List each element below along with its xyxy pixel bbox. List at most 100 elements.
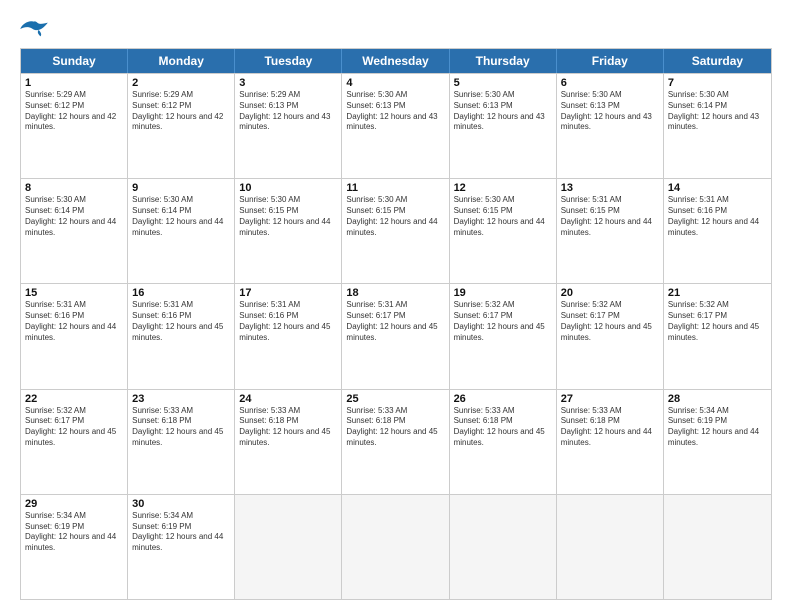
- day-number: 28: [668, 393, 767, 405]
- day-number: 26: [454, 393, 552, 405]
- day-number: 12: [454, 182, 552, 194]
- calendar-cell-day-7: 7Sunrise: 5:30 AM Sunset: 6:14 PM Daylig…: [664, 74, 771, 178]
- calendar-cell-day-16: 16Sunrise: 5:31 AM Sunset: 6:16 PM Dayli…: [128, 284, 235, 388]
- weekday-header-sunday: Sunday: [21, 49, 128, 73]
- cell-sun-info: Sunrise: 5:31 AM Sunset: 6:16 PM Dayligh…: [132, 300, 230, 343]
- calendar-cell-empty: [235, 495, 342, 599]
- cell-sun-info: Sunrise: 5:29 AM Sunset: 6:12 PM Dayligh…: [25, 90, 123, 133]
- cell-sun-info: Sunrise: 5:30 AM Sunset: 6:14 PM Dayligh…: [25, 195, 123, 238]
- calendar-cell-day-4: 4Sunrise: 5:30 AM Sunset: 6:13 PM Daylig…: [342, 74, 449, 178]
- calendar-cell-day-13: 13Sunrise: 5:31 AM Sunset: 6:15 PM Dayli…: [557, 179, 664, 283]
- day-number: 10: [239, 182, 337, 194]
- calendar-cell-day-6: 6Sunrise: 5:30 AM Sunset: 6:13 PM Daylig…: [557, 74, 664, 178]
- calendar-cell-day-2: 2Sunrise: 5:29 AM Sunset: 6:12 PM Daylig…: [128, 74, 235, 178]
- day-number: 15: [25, 287, 123, 299]
- cell-sun-info: Sunrise: 5:31 AM Sunset: 6:16 PM Dayligh…: [668, 195, 767, 238]
- calendar-cell-empty: [557, 495, 664, 599]
- calendar-week-3: 15Sunrise: 5:31 AM Sunset: 6:16 PM Dayli…: [21, 283, 771, 388]
- day-number: 5: [454, 77, 552, 89]
- calendar-cell-day-20: 20Sunrise: 5:32 AM Sunset: 6:17 PM Dayli…: [557, 284, 664, 388]
- cell-sun-info: Sunrise: 5:29 AM Sunset: 6:12 PM Dayligh…: [132, 90, 230, 133]
- calendar-week-2: 8Sunrise: 5:30 AM Sunset: 6:14 PM Daylig…: [21, 178, 771, 283]
- cell-sun-info: Sunrise: 5:32 AM Sunset: 6:17 PM Dayligh…: [668, 300, 767, 343]
- day-number: 2: [132, 77, 230, 89]
- cell-sun-info: Sunrise: 5:30 AM Sunset: 6:13 PM Dayligh…: [454, 90, 552, 133]
- cell-sun-info: Sunrise: 5:31 AM Sunset: 6:16 PM Dayligh…: [25, 300, 123, 343]
- cell-sun-info: Sunrise: 5:30 AM Sunset: 6:13 PM Dayligh…: [346, 90, 444, 133]
- calendar-cell-day-17: 17Sunrise: 5:31 AM Sunset: 6:16 PM Dayli…: [235, 284, 342, 388]
- day-number: 24: [239, 393, 337, 405]
- calendar-cell-day-22: 22Sunrise: 5:32 AM Sunset: 6:17 PM Dayli…: [21, 390, 128, 494]
- logo: [20, 18, 52, 40]
- cell-sun-info: Sunrise: 5:31 AM Sunset: 6:15 PM Dayligh…: [561, 195, 659, 238]
- cell-sun-info: Sunrise: 5:30 AM Sunset: 6:15 PM Dayligh…: [239, 195, 337, 238]
- cell-sun-info: Sunrise: 5:30 AM Sunset: 6:15 PM Dayligh…: [454, 195, 552, 238]
- calendar-cell-day-26: 26Sunrise: 5:33 AM Sunset: 6:18 PM Dayli…: [450, 390, 557, 494]
- cell-sun-info: Sunrise: 5:34 AM Sunset: 6:19 PM Dayligh…: [132, 511, 230, 554]
- day-number: 27: [561, 393, 659, 405]
- day-number: 16: [132, 287, 230, 299]
- day-number: 1: [25, 77, 123, 89]
- calendar-cell-day-9: 9Sunrise: 5:30 AM Sunset: 6:14 PM Daylig…: [128, 179, 235, 283]
- day-number: 4: [346, 77, 444, 89]
- cell-sun-info: Sunrise: 5:32 AM Sunset: 6:17 PM Dayligh…: [454, 300, 552, 343]
- calendar-cell-day-10: 10Sunrise: 5:30 AM Sunset: 6:15 PM Dayli…: [235, 179, 342, 283]
- cell-sun-info: Sunrise: 5:31 AM Sunset: 6:16 PM Dayligh…: [239, 300, 337, 343]
- calendar-cell-empty: [450, 495, 557, 599]
- calendar-cell-day-24: 24Sunrise: 5:33 AM Sunset: 6:18 PM Dayli…: [235, 390, 342, 494]
- calendar-cell-day-8: 8Sunrise: 5:30 AM Sunset: 6:14 PM Daylig…: [21, 179, 128, 283]
- cell-sun-info: Sunrise: 5:33 AM Sunset: 6:18 PM Dayligh…: [454, 406, 552, 449]
- cell-sun-info: Sunrise: 5:30 AM Sunset: 6:13 PM Dayligh…: [561, 90, 659, 133]
- cell-sun-info: Sunrise: 5:34 AM Sunset: 6:19 PM Dayligh…: [25, 511, 123, 554]
- calendar-cell-day-18: 18Sunrise: 5:31 AM Sunset: 6:17 PM Dayli…: [342, 284, 449, 388]
- cell-sun-info: Sunrise: 5:30 AM Sunset: 6:14 PM Dayligh…: [132, 195, 230, 238]
- calendar-cell-day-5: 5Sunrise: 5:30 AM Sunset: 6:13 PM Daylig…: [450, 74, 557, 178]
- weekday-header-tuesday: Tuesday: [235, 49, 342, 73]
- calendar-cell-day-15: 15Sunrise: 5:31 AM Sunset: 6:16 PM Dayli…: [21, 284, 128, 388]
- calendar-cell-day-11: 11Sunrise: 5:30 AM Sunset: 6:15 PM Dayli…: [342, 179, 449, 283]
- calendar-cell-day-30: 30Sunrise: 5:34 AM Sunset: 6:19 PM Dayli…: [128, 495, 235, 599]
- day-number: 18: [346, 287, 444, 299]
- calendar: SundayMondayTuesdayWednesdayThursdayFrid…: [20, 48, 772, 600]
- cell-sun-info: Sunrise: 5:34 AM Sunset: 6:19 PM Dayligh…: [668, 406, 767, 449]
- weekday-header-friday: Friday: [557, 49, 664, 73]
- calendar-cell-empty: [664, 495, 771, 599]
- day-number: 7: [668, 77, 767, 89]
- calendar-cell-day-25: 25Sunrise: 5:33 AM Sunset: 6:18 PM Dayli…: [342, 390, 449, 494]
- cell-sun-info: Sunrise: 5:33 AM Sunset: 6:18 PM Dayligh…: [561, 406, 659, 449]
- day-number: 6: [561, 77, 659, 89]
- calendar-cell-day-29: 29Sunrise: 5:34 AM Sunset: 6:19 PM Dayli…: [21, 495, 128, 599]
- day-number: 29: [25, 498, 123, 510]
- calendar-cell-day-12: 12Sunrise: 5:30 AM Sunset: 6:15 PM Dayli…: [450, 179, 557, 283]
- calendar-week-5: 29Sunrise: 5:34 AM Sunset: 6:19 PM Dayli…: [21, 494, 771, 599]
- calendar-cell-day-23: 23Sunrise: 5:33 AM Sunset: 6:18 PM Dayli…: [128, 390, 235, 494]
- day-number: 3: [239, 77, 337, 89]
- calendar-week-1: 1Sunrise: 5:29 AM Sunset: 6:12 PM Daylig…: [21, 73, 771, 178]
- cell-sun-info: Sunrise: 5:29 AM Sunset: 6:13 PM Dayligh…: [239, 90, 337, 133]
- logo-bird-icon: [20, 18, 48, 40]
- cell-sun-info: Sunrise: 5:33 AM Sunset: 6:18 PM Dayligh…: [132, 406, 230, 449]
- calendar-cell-day-27: 27Sunrise: 5:33 AM Sunset: 6:18 PM Dayli…: [557, 390, 664, 494]
- weekday-header-wednesday: Wednesday: [342, 49, 449, 73]
- day-number: 22: [25, 393, 123, 405]
- day-number: 25: [346, 393, 444, 405]
- day-number: 17: [239, 287, 337, 299]
- page: SundayMondayTuesdayWednesdayThursdayFrid…: [0, 0, 792, 612]
- weekday-header-thursday: Thursday: [450, 49, 557, 73]
- calendar-header: SundayMondayTuesdayWednesdayThursdayFrid…: [21, 49, 771, 73]
- calendar-body: 1Sunrise: 5:29 AM Sunset: 6:12 PM Daylig…: [21, 73, 771, 599]
- day-number: 30: [132, 498, 230, 510]
- day-number: 11: [346, 182, 444, 194]
- calendar-week-4: 22Sunrise: 5:32 AM Sunset: 6:17 PM Dayli…: [21, 389, 771, 494]
- cell-sun-info: Sunrise: 5:33 AM Sunset: 6:18 PM Dayligh…: [346, 406, 444, 449]
- day-number: 8: [25, 182, 123, 194]
- day-number: 20: [561, 287, 659, 299]
- calendar-cell-day-3: 3Sunrise: 5:29 AM Sunset: 6:13 PM Daylig…: [235, 74, 342, 178]
- weekday-header-saturday: Saturday: [664, 49, 771, 73]
- day-number: 23: [132, 393, 230, 405]
- weekday-header-monday: Monday: [128, 49, 235, 73]
- cell-sun-info: Sunrise: 5:32 AM Sunset: 6:17 PM Dayligh…: [25, 406, 123, 449]
- calendar-cell-day-1: 1Sunrise: 5:29 AM Sunset: 6:12 PM Daylig…: [21, 74, 128, 178]
- calendar-cell-day-28: 28Sunrise: 5:34 AM Sunset: 6:19 PM Dayli…: [664, 390, 771, 494]
- calendar-cell-day-14: 14Sunrise: 5:31 AM Sunset: 6:16 PM Dayli…: [664, 179, 771, 283]
